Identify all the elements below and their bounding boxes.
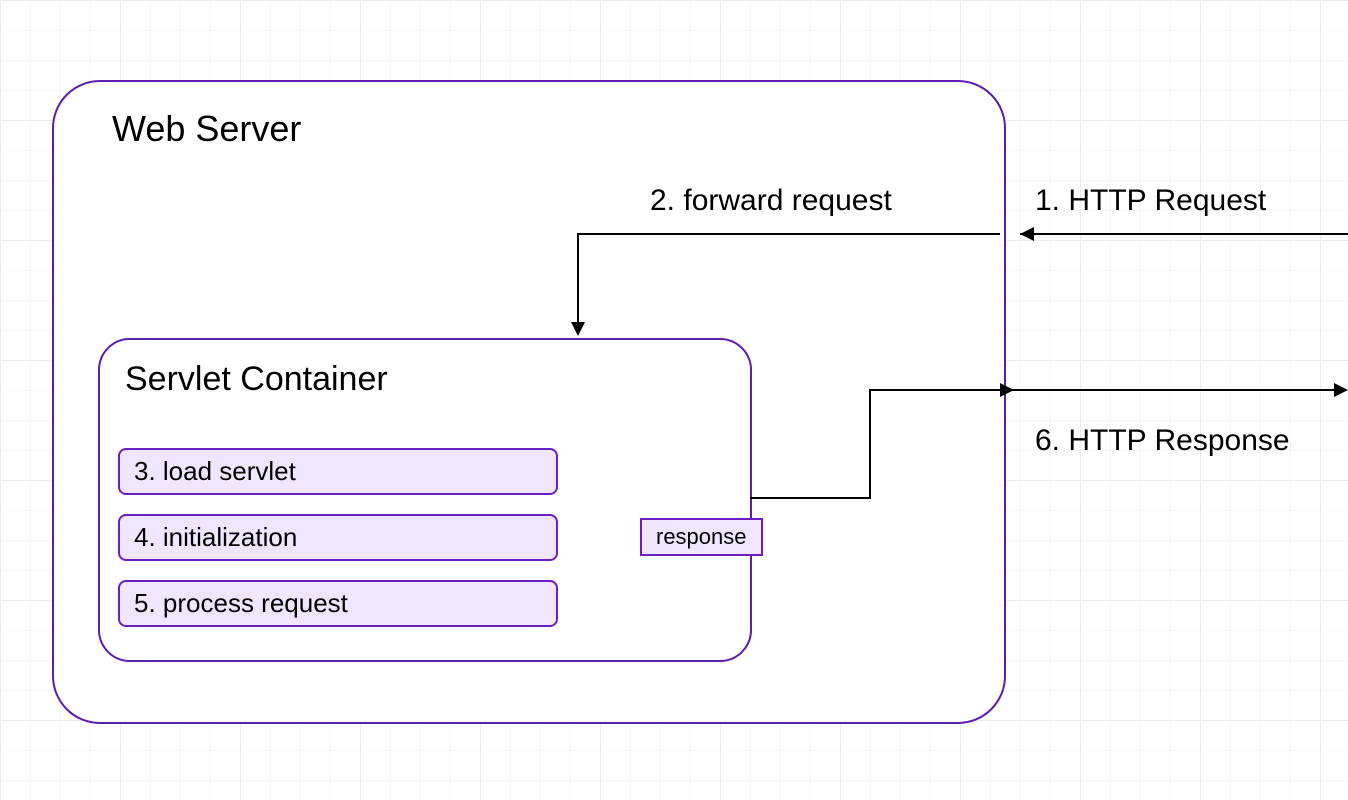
servlet-container-title: Servlet Container bbox=[125, 360, 388, 399]
label-http-response: 6. HTTP Response bbox=[1035, 424, 1290, 458]
label-forward-request: 2. forward request bbox=[650, 184, 892, 218]
diagram-canvas: Web Server Servlet Container 3. load ser… bbox=[0, 0, 1348, 800]
step-process-request: 5. process request bbox=[118, 580, 558, 627]
step-initialization: 4. initialization bbox=[118, 514, 558, 561]
web-server-title: Web Server bbox=[112, 108, 301, 150]
arrow-http-response bbox=[1005, 383, 1348, 397]
arrow-http-request bbox=[1020, 227, 1348, 241]
step-load-servlet: 3. load servlet bbox=[118, 448, 558, 495]
label-http-request: 1. HTTP Request bbox=[1035, 184, 1266, 218]
response-label: response bbox=[640, 518, 763, 556]
